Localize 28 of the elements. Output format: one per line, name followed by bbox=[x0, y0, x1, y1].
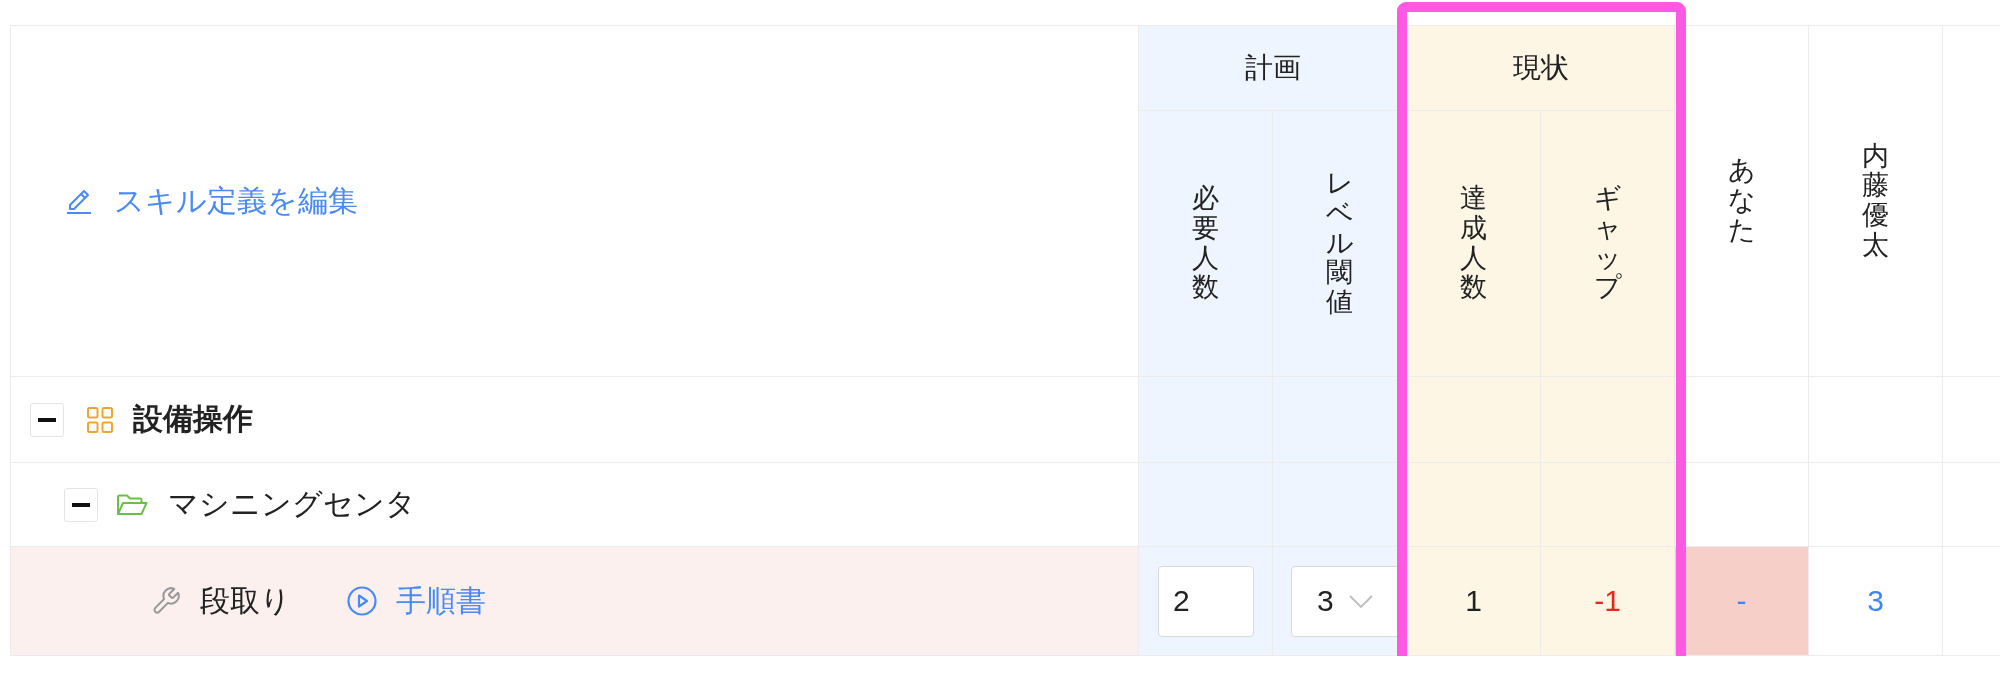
member-header: 内藤優太 bbox=[1862, 141, 1889, 261]
column-header: ギャップ bbox=[1594, 184, 1621, 303]
category-name: 設備操作 bbox=[133, 401, 253, 437]
column-header: 必要人数 bbox=[1192, 184, 1219, 303]
gap-value: -1 bbox=[1594, 584, 1621, 618]
minus-icon bbox=[72, 502, 90, 507]
score-cell[interactable]: - bbox=[1675, 547, 1809, 656]
edit-skills-link[interactable]: スキル定義を編集 bbox=[66, 180, 358, 222]
required-count-input[interactable]: 2 bbox=[1158, 565, 1254, 637]
pencil-icon bbox=[66, 188, 92, 214]
collapse-button[interactable] bbox=[64, 487, 98, 522]
member-header: あなた bbox=[1728, 156, 1755, 246]
minus-icon bbox=[38, 417, 56, 422]
collapse-button[interactable] bbox=[30, 402, 64, 437]
column-header: レベル閾値 bbox=[1326, 169, 1353, 318]
grid-icon bbox=[87, 406, 113, 433]
chevron-down-icon bbox=[1348, 594, 1373, 608]
group-name: マシニングセンタ bbox=[168, 486, 416, 522]
score-cell[interactable]: 3 bbox=[1809, 547, 1943, 656]
achieved-count: 1 bbox=[1465, 584, 1482, 618]
manual-link[interactable]: 手順書 bbox=[347, 580, 486, 622]
play-icon bbox=[347, 586, 377, 616]
column-header: 達成人数 bbox=[1460, 184, 1487, 303]
skill-name: 段取り bbox=[200, 582, 291, 619]
column-group-header: 計画 bbox=[1244, 51, 1301, 85]
wrench-icon bbox=[152, 587, 180, 615]
folder-icon bbox=[116, 493, 148, 516]
column-group-header: 現状 bbox=[1512, 51, 1569, 85]
